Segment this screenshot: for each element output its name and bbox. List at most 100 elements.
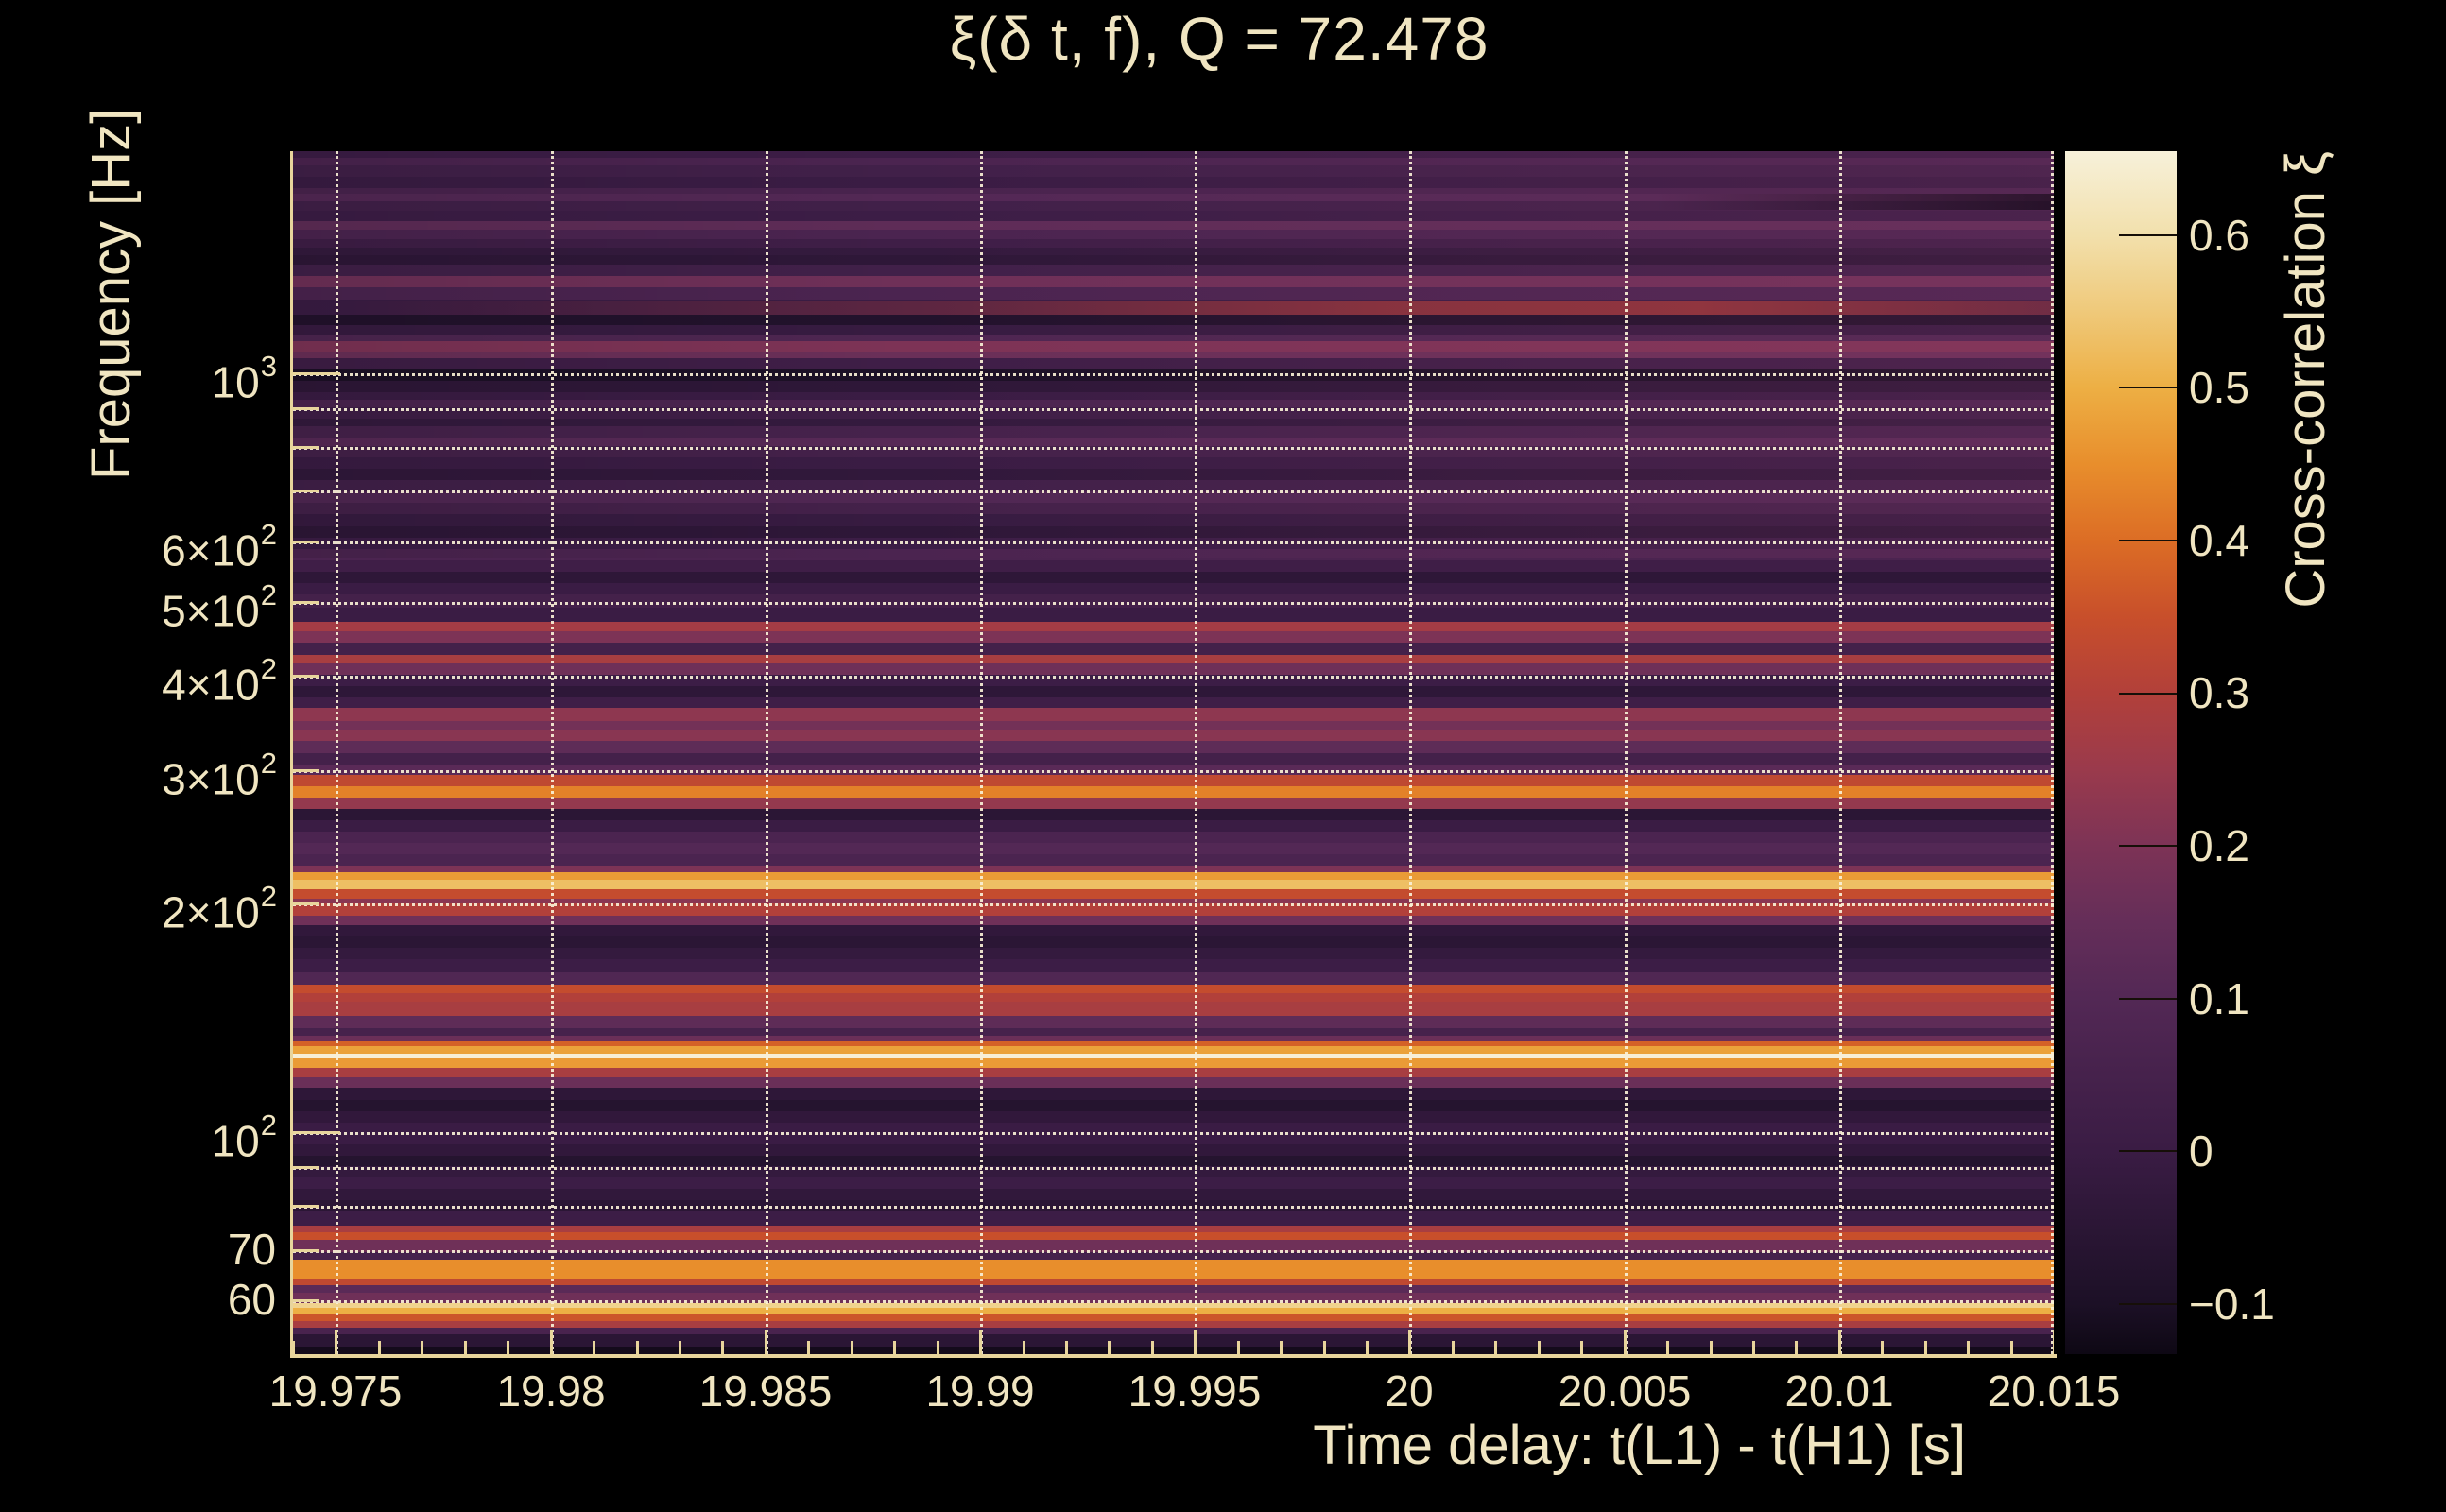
x-tick-label: 19.99: [925, 1366, 1035, 1416]
colorbar-tick: [2119, 997, 2177, 1000]
x-tick-label: 19.995: [1128, 1366, 1262, 1416]
page-title: ξ(δ t, f), Q = 72.478: [949, 5, 1490, 73]
x-tick: [1837, 1330, 1841, 1354]
x-minor-tick: [936, 1341, 939, 1354]
x-minor-tick: [1366, 1341, 1369, 1354]
x-minor-tick: [850, 1341, 853, 1354]
x-axis-line: [290, 1354, 2057, 1358]
x-minor-tick: [807, 1341, 811, 1354]
x-tick: [979, 1330, 982, 1354]
colorbar-title: Cross-correlation ξ: [2275, 151, 2336, 609]
y-tick-label: 60: [227, 1275, 276, 1324]
y-axis-title: Frequency [Hz]: [80, 108, 142, 480]
y-tick-label: 3×102: [162, 747, 277, 804]
axis-ticks: [293, 151, 2054, 1354]
x-minor-tick: [1064, 1341, 1068, 1354]
y-tick-exponent: 2: [260, 880, 277, 913]
x-minor-tick: [1451, 1341, 1455, 1354]
y-tick: [293, 406, 319, 410]
y-tick-exponent: 3: [260, 350, 277, 383]
y-tick: [293, 1165, 319, 1169]
colorbar-tick-label: 0: [2189, 1126, 2213, 1176]
colorbar-tick: [2119, 1150, 2177, 1153]
y-tick-exponent: 2: [260, 652, 277, 685]
x-minor-tick: [1022, 1341, 1025, 1354]
colorbar-tick: [2119, 692, 2177, 695]
y-tick-label: 102: [211, 1108, 277, 1166]
x-minor-tick: [679, 1341, 681, 1354]
x-minor-tick: [1709, 1341, 1713, 1354]
x-tick: [1194, 1330, 1197, 1354]
y-tick: [293, 445, 319, 449]
x-tick: [335, 1330, 338, 1354]
x-minor-tick: [635, 1341, 639, 1354]
y-tick: [293, 768, 319, 772]
x-minor-tick: [1280, 1341, 1283, 1354]
x-minor-tick: [1881, 1341, 1885, 1354]
x-minor-tick: [1108, 1341, 1111, 1354]
x-tick-label: 20.015: [1987, 1366, 2121, 1416]
x-tick: [549, 1330, 553, 1354]
x-minor-tick: [1494, 1341, 1498, 1354]
y-tick: [293, 1299, 319, 1303]
colorbar-tick: [2119, 1302, 2177, 1305]
x-minor-tick: [1751, 1341, 1755, 1354]
x-minor-tick: [421, 1341, 424, 1354]
colorbar-tick: [2119, 539, 2177, 541]
y-tick: [293, 490, 319, 493]
x-tick: [1623, 1330, 1627, 1354]
y-tick: [293, 1131, 340, 1135]
y-tick: [293, 541, 319, 544]
y-axis-line: [290, 151, 293, 1358]
x-minor-tick: [2009, 1341, 2013, 1354]
x-minor-tick: [893, 1341, 897, 1354]
x-minor-tick: [593, 1341, 596, 1354]
y-tick: [293, 371, 340, 375]
colorbar: [2065, 151, 2177, 1354]
x-tick: [2053, 1330, 2054, 1354]
x-minor-tick: [1666, 1341, 1669, 1354]
y-tick-label: 4×102: [162, 652, 277, 710]
y-tick: [293, 902, 319, 906]
x-tick: [1408, 1330, 1412, 1354]
y-tick-label: 6×102: [162, 518, 277, 576]
x-tick-label: 20: [1385, 1366, 1434, 1416]
x-minor-tick: [1967, 1341, 1971, 1354]
x-tick-label: 20.01: [1784, 1366, 1894, 1416]
x-tick-label: 19.975: [268, 1366, 403, 1416]
y-tick-label: 2×102: [162, 880, 277, 937]
y-tick: [293, 1205, 319, 1208]
colorbar-tick-label: −0.1: [2189, 1280, 2275, 1329]
y-tick-label: 103: [211, 350, 277, 407]
x-minor-tick: [1322, 1341, 1326, 1354]
colorbar-tick-label: 0.1: [2189, 974, 2249, 1023]
colorbar-tick: [2119, 845, 2177, 847]
y-tick-label: 70: [227, 1225, 276, 1274]
y-tick-label: 5×102: [162, 578, 277, 636]
y-tick-exponent: 2: [260, 1108, 277, 1142]
heatmap-plot: [293, 151, 2054, 1354]
colorbar-tick: [2119, 233, 2177, 236]
x-minor-tick: [1537, 1341, 1541, 1354]
y-tick-exponent: 2: [260, 578, 277, 611]
x-minor-tick: [377, 1341, 381, 1354]
x-axis-title: Time delay: t(L1) - t(H1) [s]: [1313, 1415, 1966, 1476]
x-tick-label: 20.005: [1558, 1366, 1692, 1416]
x-minor-tick: [293, 1341, 295, 1354]
x-minor-tick: [1150, 1341, 1154, 1354]
x-minor-tick: [1236, 1341, 1240, 1354]
x-tick: [764, 1330, 767, 1354]
figure: ξ(δ t, f), Q = 72.478 19.975 19.98 19.985 1…: [0, 0, 2446, 1512]
colorbar-tick: [2119, 387, 2177, 389]
y-tick: [293, 1248, 319, 1252]
x-minor-tick: [1923, 1341, 1927, 1354]
y-tick: [293, 674, 319, 678]
x-minor-tick: [1580, 1341, 1584, 1354]
x-minor-tick: [721, 1341, 725, 1354]
x-minor-tick: [1795, 1341, 1799, 1354]
y-tick-exponent: 2: [260, 747, 277, 780]
y-tick-exponent: 2: [260, 518, 277, 551]
x-tick-label: 19.98: [496, 1366, 606, 1416]
y-tick: [293, 600, 319, 604]
x-tick-label: 19.985: [698, 1366, 833, 1416]
